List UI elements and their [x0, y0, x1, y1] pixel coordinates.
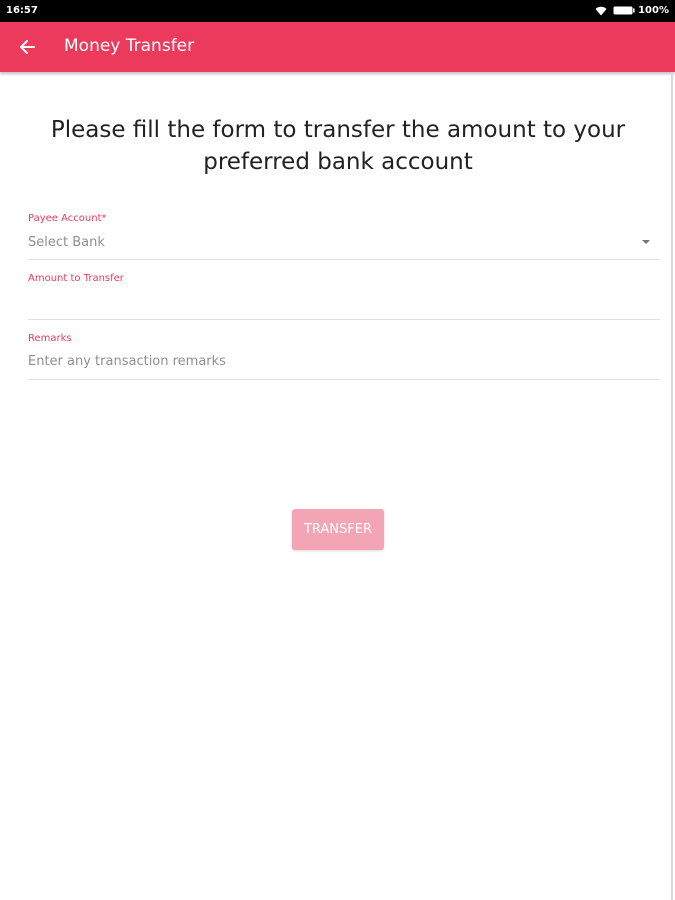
status-bar: 16:57 100%	[0, 0, 675, 22]
payee-account-field[interactable]: Payee Account* Select Bank	[28, 212, 660, 260]
payee-account-value: Select Bank	[28, 235, 105, 250]
payee-account-label: Payee Account*	[28, 213, 107, 224]
back-arrow-icon	[20, 40, 35, 54]
status-time: 16:57	[6, 5, 38, 16]
amount-field[interactable]: Amount to Transfer	[28, 272, 660, 320]
amount-label: Amount to Transfer	[28, 273, 124, 284]
dropdown-arrow-icon[interactable]	[642, 240, 650, 244]
form-heading: Please fill the form to transfer the amo…	[50, 117, 626, 175]
remarks-field[interactable]: Remarks	[28, 332, 660, 380]
page-title: Money Transfer	[64, 36, 195, 56]
back-button[interactable]	[14, 35, 40, 59]
remarks-input[interactable]	[28, 354, 628, 369]
battery-icon	[613, 6, 635, 15]
app-bar: Money Transfer	[0, 22, 675, 72]
scrollbar[interactable]	[671, 72, 673, 900]
remarks-label: Remarks	[28, 333, 72, 344]
transfer-button[interactable]: TRANSFER	[292, 509, 384, 550]
amount-input[interactable]	[28, 294, 628, 309]
money-transfer-form: Please fill the form to transfer the amo…	[0, 72, 675, 900]
status-indicators: 100%	[595, 5, 669, 16]
battery-percent: 100%	[638, 5, 669, 16]
wifi-icon	[595, 6, 607, 15]
